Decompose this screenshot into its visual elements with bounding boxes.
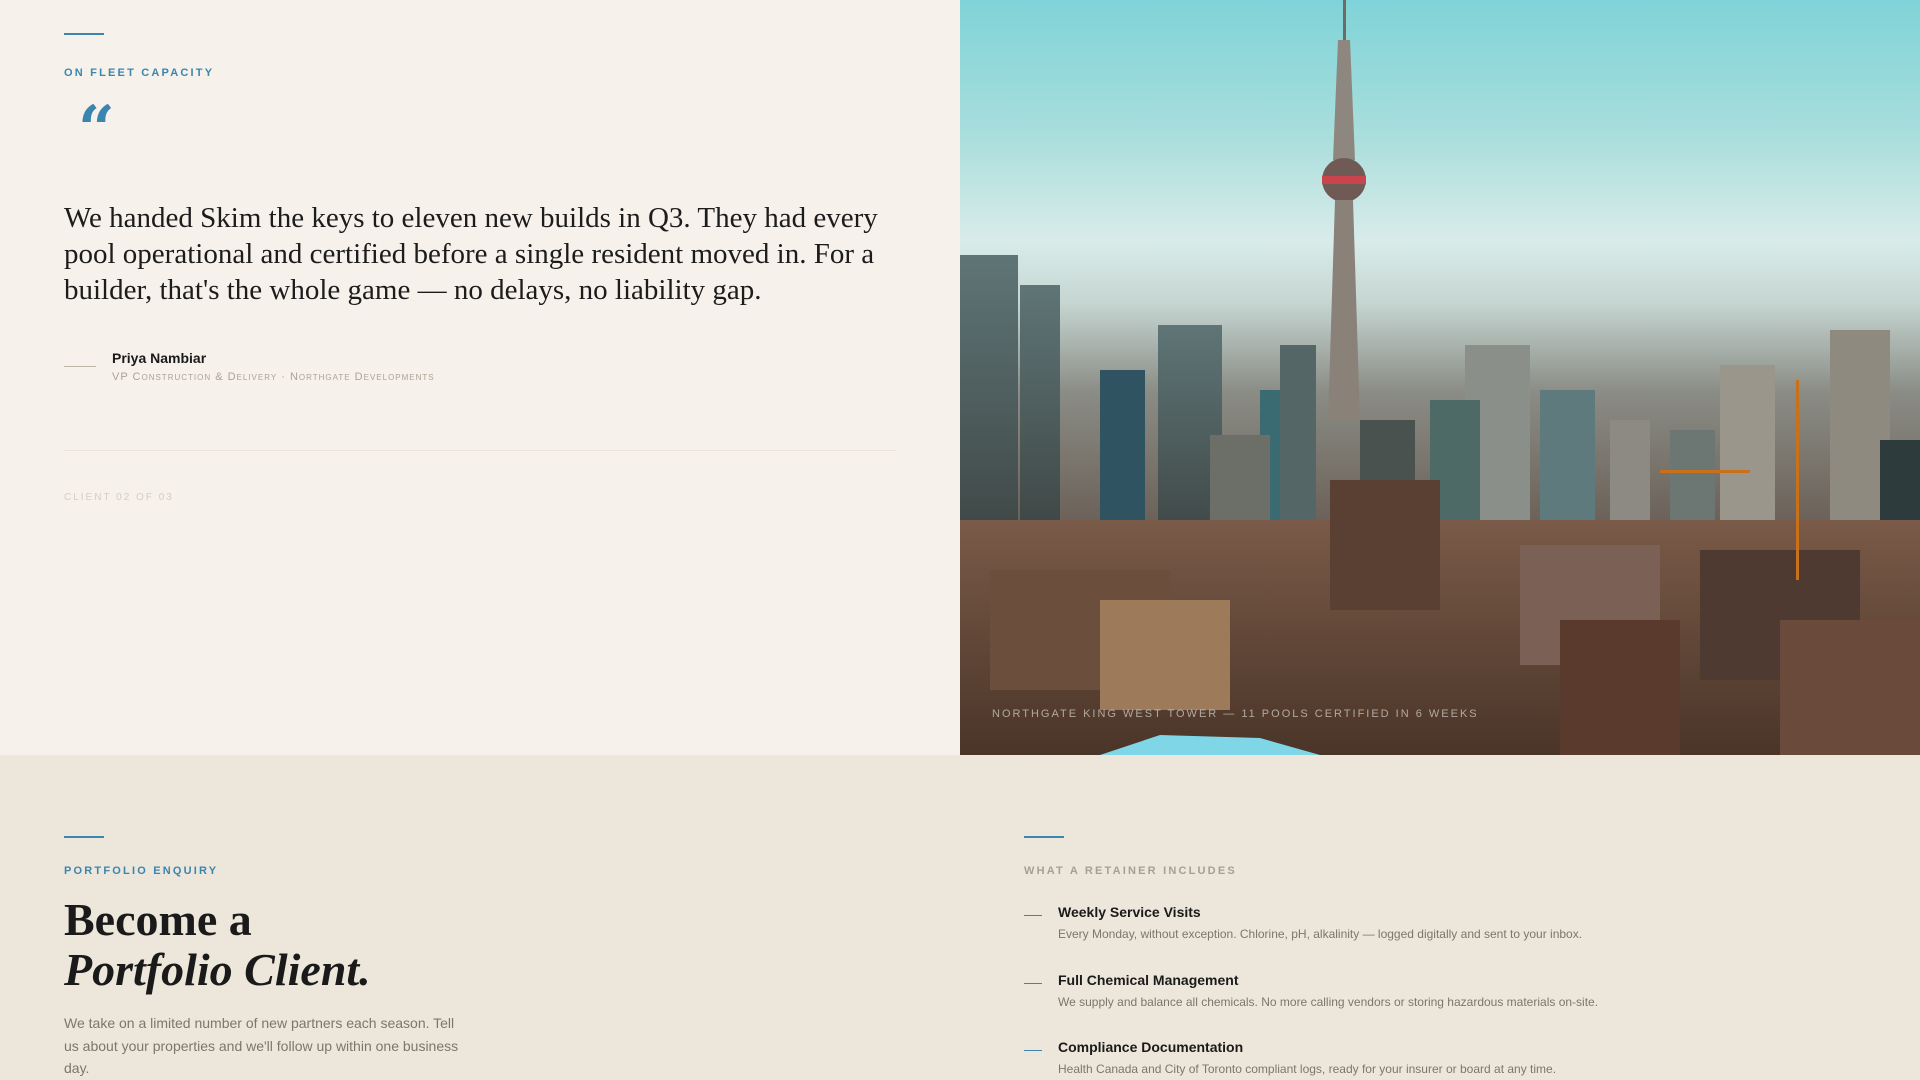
testimonial-author-role: VP Construction & Delivery · Northgate D… xyxy=(112,371,435,383)
city-skyline-illustration xyxy=(960,0,1920,755)
retainer-item-title: Compliance Documentation xyxy=(1058,1039,1244,1055)
enquiry-eyebrow: Portfolio enquiry xyxy=(64,865,219,877)
enquiry-title: Become a Portfolio Client. xyxy=(64,895,371,995)
skyline-photo: NORTHGATE KING WEST TOWER — 11 POOLS CER… xyxy=(960,0,1920,755)
retainer-item-title: Full Chemical Management xyxy=(1058,972,1239,988)
list-dash-icon xyxy=(1024,915,1042,916)
testimonial-divider xyxy=(64,450,896,451)
testimonial-eyebrow: On fleet capacity xyxy=(64,67,215,79)
enquiry-section: Portfolio enquiry Become a Portfolio Cli… xyxy=(0,755,1920,1080)
retainer-item-title: Weekly Service Visits xyxy=(1058,904,1201,920)
image-caption: NORTHGATE KING WEST TOWER — 11 POOLS CER… xyxy=(992,708,1479,720)
client-counter: CLIENT 02 OF 03 xyxy=(64,492,174,503)
attribution-rule xyxy=(64,366,96,367)
accent-rule xyxy=(64,33,104,35)
retainer-item-desc: Health Canada and City of Toronto compli… xyxy=(1058,1062,1557,1076)
accent-rule xyxy=(64,836,104,838)
retainer-item-desc: Every Monday, without exception. Chlorin… xyxy=(1058,927,1583,941)
list-dash-icon xyxy=(1024,983,1042,984)
testimonial-section: On fleet capacity “ We handed Skim the k… xyxy=(0,0,1920,755)
testimonial-panel: On fleet capacity “ We handed Skim the k… xyxy=(0,0,960,755)
enquiry-title-line1: Become a xyxy=(64,894,252,945)
enquiry-description: We take on a limited number of new partn… xyxy=(64,1015,459,1076)
testimonial-quote: We handed Skim the keys to eleven new bu… xyxy=(64,202,878,306)
testimonial-author-name: Priya Nambiar xyxy=(112,350,207,366)
retainer-eyebrow: What a retainer includes xyxy=(1024,865,1237,877)
retainer-item-desc: We supply and balance all chemicals. No … xyxy=(1058,995,1599,1009)
enquiry-title-line2: Portfolio Client. xyxy=(64,944,371,995)
list-dash-icon xyxy=(1024,1050,1042,1051)
accent-rule xyxy=(1024,836,1064,838)
quote-mark-icon: “ xyxy=(78,92,115,167)
